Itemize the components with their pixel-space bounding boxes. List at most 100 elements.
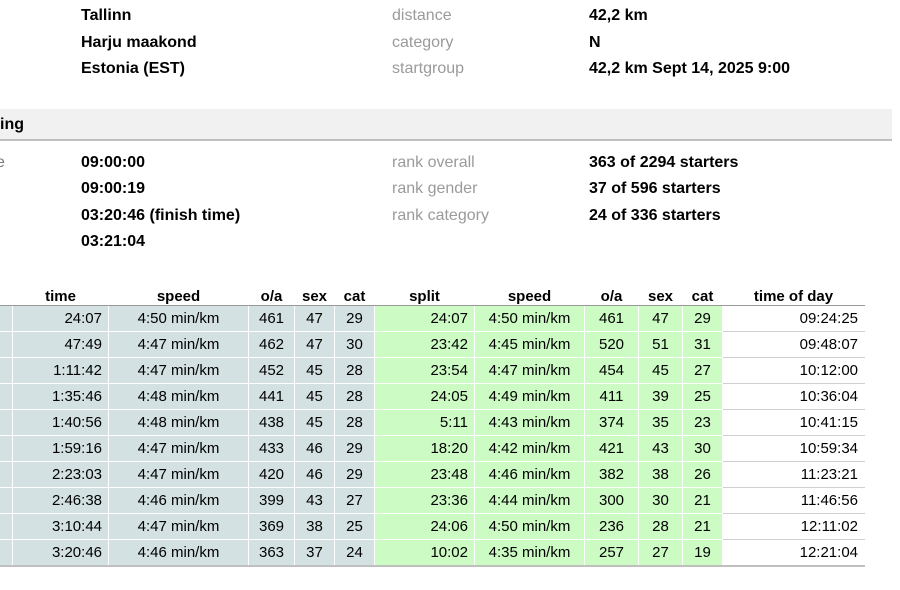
cell-overall: 441 [248,383,295,410]
cell-time-of-day: 12:11:02 [722,513,865,540]
cell-category: 27 [334,487,375,514]
cell-category: 28 [334,357,375,384]
cell-split-overall: 257 [584,539,639,567]
cell-sex: 38 [294,513,335,540]
rank-gender-value: 37 of 596 starters [589,180,721,197]
row-edge-cell [0,513,13,540]
category-value: N [589,34,601,51]
cell-overall: 461 [248,305,295,332]
cell-split-speed: 4:50 min/km [474,513,585,540]
cell-split-sex: 38 [638,461,683,488]
cell-sex: 43 [294,487,335,514]
cell-split: 24:07 [374,305,475,332]
start-time-net: 09:00:19 [81,180,146,197]
cell-time: 3:20:46 [12,539,109,567]
rank-overall-value: 363 of 2294 starters [589,154,739,171]
splits-table: time speed o/a sex cat split speed o/a s… [0,286,865,567]
cell-time-of-day: 09:48:07 [722,331,865,358]
table-row: 1:40:56 4:48 min/km 438 45 28 5:11 4:43 min/km… [0,409,865,436]
row-edge-cell [0,409,13,436]
cell-split-speed: 4:49 min/km [474,383,585,410]
row-edge-cell [0,331,13,358]
cell-split-speed: 4:50 min/km [474,305,585,332]
cell-overall: 462 [248,331,295,358]
rank-overall-label: rank overall [392,154,475,171]
cell-split-overall: 461 [584,305,639,332]
cell-split-overall: 411 [584,383,639,410]
table-row: 1:11:42 4:47 min/km 452 45 28 23:54 4:47 min/k… [0,357,865,384]
cell-split: 24:05 [374,383,475,410]
rank-gender-label: rank gender [392,180,478,197]
cell-split-sex: 39 [638,383,683,410]
cell-split: 23:48 [374,461,475,488]
cell-overall: 452 [248,357,295,384]
cell-split-speed: 4:35 min/km [474,539,585,567]
cell-category: 25 [334,513,375,540]
cell-time: 1:11:42 [12,357,109,384]
table-row: 2:46:38 4:46 min/km 399 43 27 23:36 4:44 min/k… [0,487,865,514]
cell-time-of-day: 10:36:04 [722,383,865,410]
distance-value: 42,2 km [589,7,648,24]
region: Harju maakond [81,34,197,51]
cell-split-category: 19 [682,539,723,567]
cell-split-category: 30 [682,435,723,462]
cell-time-of-day: 10:41:15 [722,409,865,436]
header-cell [0,286,13,306]
table-row: 24:07 4:50 min/km 461 47 29 24:07 4:50 min/km 4… [0,305,865,332]
cell-overall: 369 [248,513,295,540]
start-time: 09:00:00 [81,154,146,171]
cell-speed: 4:47 min/km [108,435,249,462]
cell-split-category: 25 [682,383,723,410]
cell-split-speed: 4:47 min/km [474,357,585,384]
cell-category: 30 [334,331,375,358]
header-split: split [374,286,475,306]
cell-split-speed: 4:45 min/km [474,331,585,358]
cell-split-category: 21 [682,513,723,540]
splits-header-row: time speed o/a sex cat split speed o/a s… [0,286,865,306]
cell-time: 1:40:56 [12,409,109,436]
table-row: 3:10:44 4:47 min/km 369 38 25 24:06 4:50 min/k… [0,513,865,540]
cell-time: 2:46:38 [12,487,109,514]
cell-time-of-day: 10:59:34 [722,435,865,462]
cell-sex: 45 [294,383,335,410]
cell-overall: 399 [248,487,295,514]
startgroup-value: 42,2 km Sept 14, 2025 9:00 [589,60,791,77]
cell-split: 24:06 [374,513,475,540]
cell-sex: 46 [294,435,335,462]
finish-time: 03:20:46 (finish time) [81,207,241,224]
cell-speed: 4:47 min/km [108,357,249,384]
rank-category-label: rank category [392,207,489,224]
cell-speed: 4:47 min/km [108,331,249,358]
city: Tallinn [81,7,132,24]
row-edge-cell [0,487,13,514]
cell-time: 1:35:46 [12,383,109,410]
cell-time: 47:49 [12,331,109,358]
cell-category: 28 [334,409,375,436]
cell-time-of-day: 10:12:00 [722,357,865,384]
cell-sex: 46 [294,461,335,488]
rank-category-value: 24 of 336 starters [589,207,721,224]
cell-split-category: 21 [682,487,723,514]
table-row: 2:23:03 4:47 min/km 420 46 29 23:48 4:46 min/k… [0,461,865,488]
cell-time-of-day: 12:21:04 [722,539,865,567]
table-row: 47:49 4:47 min/km 462 47 30 23:42 4:45 min/km 5… [0,331,865,358]
cell-split-overall: 454 [584,357,639,384]
cell-split-category: 23 [682,409,723,436]
cell-time-of-day: 11:23:21 [722,461,865,488]
finish-time-gross: 03:21:04 [81,233,146,250]
cell-sex: 47 [294,331,335,358]
cell-split-sex: 43 [638,435,683,462]
cell-sex: 47 [294,305,335,332]
category-label: category [392,34,454,51]
cell-speed: 4:48 min/km [108,383,249,410]
cell-split-speed: 4:42 min/km [474,435,585,462]
cell-split-category: 31 [682,331,723,358]
cell-split-sex: 30 [638,487,683,514]
cell-overall: 420 [248,461,295,488]
header-split-category: cat [682,286,723,306]
timing-section-title: ing [0,116,24,133]
cell-category: 28 [334,383,375,410]
time-row-label-fragment: i [0,180,1,198]
country: Estonia (EST) [81,60,186,77]
cell-category: 29 [334,305,375,332]
